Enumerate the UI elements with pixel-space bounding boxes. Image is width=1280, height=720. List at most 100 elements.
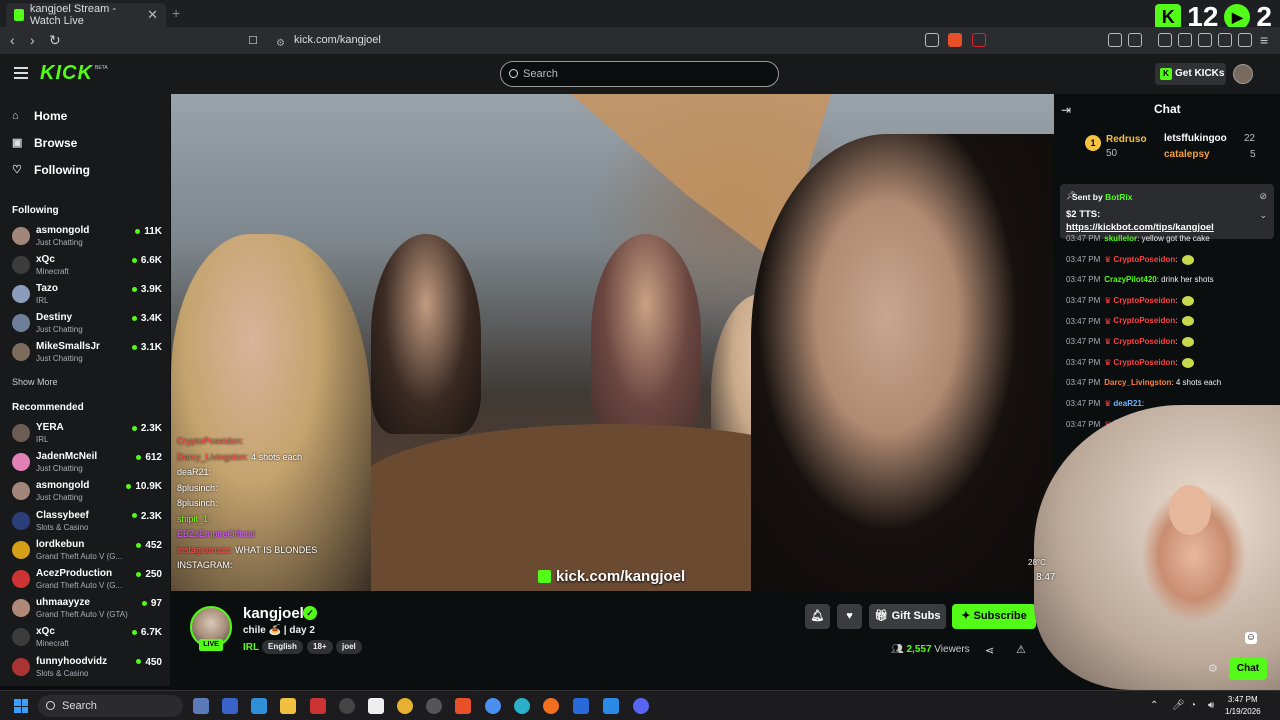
wifi-icon[interactable]: ◔ <box>1190 700 1196 711</box>
wallet-icon[interactable] <box>1198 33 1212 47</box>
sidebar-item-home[interactable]: ⌂ Home <box>12 109 67 123</box>
sidebar-item-following[interactable]: ♡ Following <box>12 163 90 177</box>
sidebar-channel[interactable]: Classybeef Slots & Casino 2.3K <box>12 509 162 535</box>
tag-joel[interactable]: joel <box>336 640 362 654</box>
system-clock[interactable]: 3:47 PM 1/19/2026 <box>1225 694 1261 718</box>
chat-username[interactable]: deaR21 <box>1113 399 1141 408</box>
chat-settings-icon[interactable]: ⚙ <box>1208 662 1218 675</box>
reload-icon[interactable]: ↻ <box>49 32 61 49</box>
tag-18plus[interactable]: 18+ <box>307 640 333 654</box>
edge-icon[interactable] <box>514 698 530 714</box>
emoji-icon[interactable]: ☺ <box>1245 632 1257 644</box>
notifications-button[interactable]: 🔔︎ <box>805 604 830 629</box>
url-field[interactable]: ⚙ kick.com/kangjoel <box>268 31 998 50</box>
tag-english[interactable]: English <box>262 640 303 654</box>
report-icon[interactable]: ⚠ <box>1016 643 1026 656</box>
collapse-chat-icon[interactable]: ⇥ <box>1061 103 1071 117</box>
channel-category: IRL <box>36 435 49 444</box>
search-input[interactable]: Search <box>500 61 779 87</box>
stream-category[interactable]: IRL <box>243 642 259 653</box>
extensions-icon[interactable] <box>1108 33 1122 47</box>
widgets-icon[interactable] <box>193 698 209 714</box>
hamburger-menu-icon[interactable] <box>14 67 28 79</box>
new-tab-button[interactable]: + <box>172 5 180 21</box>
share-icon[interactable]: ⋖ <box>985 644 994 657</box>
vscode-icon[interactable] <box>603 698 619 714</box>
chat-username[interactable]: CryptoPoseidon <box>1113 358 1175 367</box>
leaderboard-second-name[interactable]: letsffukingoo <box>1164 133 1227 144</box>
sidebar-channel[interactable]: AcezProduction Grand Theft Auto V (G... … <box>12 567 162 593</box>
subscribe-button[interactable]: ✦ Subscribe <box>952 604 1036 629</box>
sidebar-channel[interactable]: Tazo IRL 3.9K <box>12 282 162 308</box>
share-icon[interactable] <box>925 33 939 47</box>
streamer-name[interactable]: kangjoel <box>243 605 304 622</box>
sidebar-channel[interactable]: xQc Minecraft 6.6K <box>12 253 162 279</box>
unpin-icon[interactable]: ⊘ <box>1259 191 1267 202</box>
video-player[interactable]: CryptoPoseidon: Darcy_Livingston: 4 shot… <box>171 94 1054 591</box>
sidebar-channel[interactable]: MikeSmallsJr Just Chatting 3.1K <box>12 340 162 366</box>
forward-icon[interactable]: › <box>30 32 35 48</box>
heart-icon: ♥ <box>846 610 853 622</box>
sidebar-channel[interactable]: lordkebun Grand Theft Auto V (G... 452 <box>12 538 162 564</box>
chevron-up-icon[interactable]: ⌃ <box>1150 700 1158 711</box>
music-icon[interactable] <box>1158 33 1172 47</box>
kick-logo[interactable]: KICK <box>40 62 93 85</box>
chat-username[interactable]: CryptoPoseidon <box>1113 337 1175 346</box>
sidebar-channel[interactable]: YERA IRL 2.3K <box>12 421 162 447</box>
sidebar-channel[interactable]: xQc Minecraft 6.7K <box>12 625 162 651</box>
app-icon[interactable] <box>426 698 442 714</box>
firefox-icon[interactable] <box>543 698 559 714</box>
chat-username[interactable]: CryptoPoseidon <box>1113 317 1175 326</box>
get-kicks-button[interactable]: K Get KICKs <box>1155 63 1226 85</box>
brave-icon[interactable] <box>455 698 471 714</box>
chevron-down-icon[interactable]: ⌄ <box>1259 210 1267 221</box>
teams-icon[interactable] <box>222 698 238 714</box>
app-icon[interactable] <box>573 698 589 714</box>
leo-ai-icon[interactable] <box>1218 33 1232 47</box>
discord-icon[interactable] <box>633 698 649 714</box>
chat-username[interactable]: skullelor <box>1104 234 1137 243</box>
browser-tab[interactable]: kangjoel Stream - Watch Live ✕ <box>6 3 166 27</box>
screenshot-icon[interactable] <box>1128 33 1142 47</box>
user-avatar[interactable] <box>1233 64 1253 84</box>
file-explorer-icon[interactable] <box>280 698 296 714</box>
leaderboard-first-name[interactable]: Redruso <box>1106 134 1147 145</box>
windows-start-icon[interactable] <box>14 699 28 713</box>
microphone-icon[interactable]: 🎤︎ <box>1172 700 1185 711</box>
leaderboard-third-name[interactable]: catalepsy <box>1164 149 1210 160</box>
menu-icon[interactable]: ≡ <box>1260 32 1268 48</box>
app-icon[interactable] <box>339 698 355 714</box>
sidebar-item-browse[interactable]: ▣ Browse <box>12 136 77 150</box>
back-icon[interactable]: ‹ <box>10 32 15 48</box>
app-icon[interactable] <box>397 698 413 714</box>
app-icon[interactable] <box>251 698 267 714</box>
sidebar-channel[interactable]: funnyhoodvidz Slots & Casino 450 <box>12 655 162 681</box>
pinned-link[interactable]: https://kickbot.com/tips/kangjoel <box>1066 222 1214 233</box>
app-icon[interactable] <box>310 698 326 714</box>
chat-username[interactable]: CryptoPoseidon <box>1113 296 1175 305</box>
tab-close-icon[interactable]: ✕ <box>147 7 158 23</box>
chat-username[interactable]: CryptoPoseidon <box>1113 255 1175 264</box>
chat-username[interactable]: CrazyPilot420 <box>1104 275 1156 284</box>
brave-rewards-icon[interactable] <box>972 33 986 47</box>
sidebar-icon[interactable] <box>1178 33 1192 47</box>
chat-username[interactable]: Darcy_Livingston <box>1104 378 1171 387</box>
sidebar-channel[interactable]: Destiny Just Chatting 3.4K <box>12 311 162 337</box>
taskbar-search[interactable]: Search <box>38 695 183 717</box>
chrome-icon[interactable] <box>485 698 501 714</box>
sidebar-channel[interactable]: JadenMcNeil Just Chatting 612 <box>12 450 162 476</box>
brave-shields-icon[interactable] <box>948 33 962 47</box>
site-info-icon[interactable]: ⚙ <box>276 34 285 53</box>
gift-subs-button[interactable]: 🎁︎ Gift Subs <box>869 604 946 629</box>
sidebar-item-label: Browse <box>34 136 78 150</box>
sidebar-channel[interactable]: asmongold Just Chatting 10.9K <box>12 479 162 505</box>
vpn-icon[interactable] <box>1238 33 1252 47</box>
app-icon[interactable] <box>368 698 384 714</box>
chat-send-button[interactable]: Chat <box>1229 658 1267 680</box>
show-more-link[interactable]: Show More <box>12 377 58 387</box>
sidebar-channel[interactable]: asmongold Just Chatting 11K <box>12 224 162 250</box>
sidebar-channel[interactable]: uhmaayyze Grand Theft Auto V (GTA) 97 <box>12 596 162 622</box>
bookmark-icon[interactable]: ☐ <box>248 34 258 47</box>
volume-icon[interactable]: 🔊︎ <box>1208 700 1214 711</box>
follow-button[interactable]: ♥ <box>837 604 862 629</box>
